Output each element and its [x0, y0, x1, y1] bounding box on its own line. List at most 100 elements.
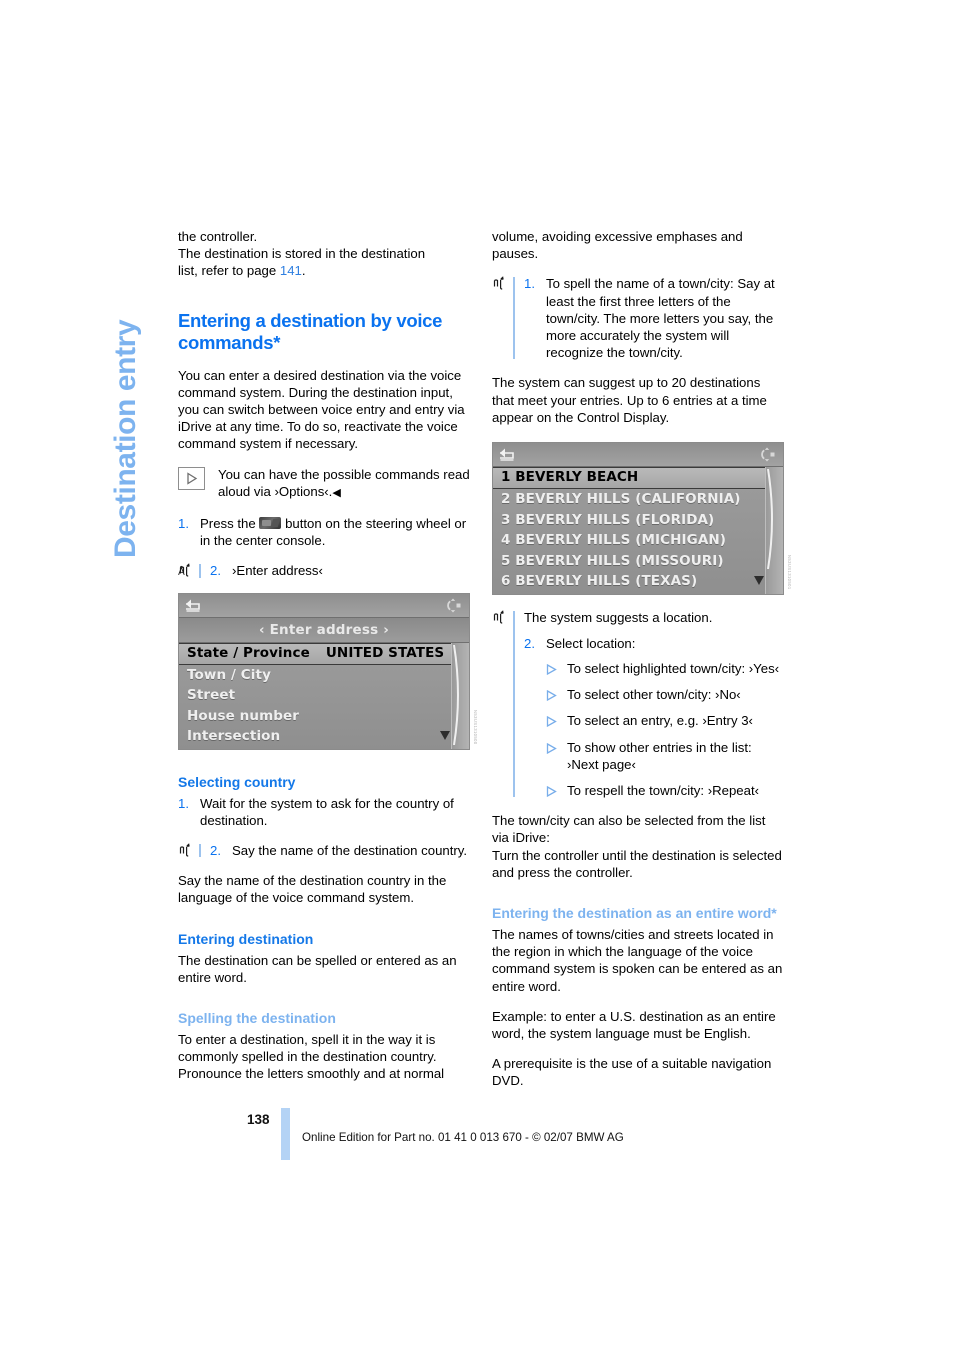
list-item[interactable]: 3 BEVERLY HILLS (FLORIDA) — [493, 510, 783, 531]
manual-page: Destination entry the controller. The de… — [0, 0, 954, 1351]
display-list: State / Province UNITED STATES Town / Cit… — [179, 642, 469, 749]
row-label: Town / City — [187, 666, 271, 683]
list-item[interactable]: Street — [179, 685, 469, 706]
row-label: 2 BEVERLY HILLS (CALIFORNIA) — [501, 491, 741, 508]
footer-accent-bar — [281, 1108, 290, 1160]
step-text: Select location: — [546, 635, 636, 651]
list-item[interactable]: 1 BEVERLY BEACH — [493, 467, 783, 490]
paragraph-voice-intro: You can enter a desired destination via … — [178, 367, 465, 452]
list-item[interactable]: To select other town/city: ›No‹ — [546, 686, 784, 703]
enter-address-display: ‹ Enter address › State / Province UNITED… — [178, 592, 478, 750]
paragraph-country-language: Say the name of the destination country … — [178, 873, 447, 906]
sub-heading-selecting-country: Selecting country — [178, 773, 296, 790]
row-label: State / Province — [187, 644, 310, 661]
list-item[interactable]: 4 BEVERLY HILLS (MICHIGAN) — [493, 530, 783, 551]
scroll-down-arrow-icon[interactable] — [439, 729, 451, 746]
row-label: Street — [187, 687, 236, 704]
row-value: UNITED STATES — [325, 644, 445, 661]
step-press-button: 1. Press the button on the steering whee… — [178, 515, 470, 549]
step-say-country: 2. Say the name of the destination count… — [210, 842, 470, 859]
voice-step-enter-address: Å 2. ›Enter address‹ — [178, 562, 470, 579]
row-label: 5 BEVERLY HILLS (MISSOURI) — [501, 552, 724, 569]
intro-paragraph: the controller. The destination is store… — [178, 228, 470, 280]
voice-rule — [513, 277, 515, 360]
page-footer: 138 Online Edition for Part no. 01 41 0 … — [0, 1100, 954, 1170]
step-number: 1. — [178, 795, 189, 811]
list-item[interactable]: To select highlighted town/city: ›Yes‹ — [546, 660, 784, 677]
voice-block-select-location: The system suggests a location. 2. Selec… — [492, 609, 784, 800]
sub-heading-entire-word: Entering the destination as an entire wo… — [492, 904, 777, 921]
option-label: To select an entry, e.g. ›Entry 3‹ — [567, 713, 753, 729]
step-number: 1. — [178, 516, 189, 532]
step-spell-town: 1. To spell the name of a town/city: Say… — [524, 275, 784, 361]
chapter-tab: Destination entry — [103, 0, 149, 558]
voice-command-icon: Å — [178, 562, 197, 579]
paragraph-entire-word-2: Example: to enter a U.S. destination as … — [492, 1008, 776, 1041]
list-item[interactable]: Intersection — [179, 726, 469, 747]
page-number: 138 — [247, 1112, 270, 1127]
right-column: volume, avoiding excessive emphases and … — [492, 228, 792, 1103]
voice-rule — [199, 844, 201, 858]
list-item[interactable]: To respell the town/city: ›Repeat‹ — [546, 782, 784, 799]
note-block-options: You can have the possible commands read … — [178, 466, 470, 502]
step-text-before: Press the — [200, 516, 256, 532]
voice-options-list: To select highlighted town/city: ›Yes‹ T… — [524, 660, 784, 799]
back-arrow-icon[interactable] — [185, 598, 204, 618]
paragraph-suggestion-limits: The system can suggest up to 20 destinat… — [492, 375, 767, 425]
figure-code: N53US1310500 — [473, 710, 478, 745]
list-item[interactable]: State / Province UNITED STATES — [179, 642, 469, 665]
footer-credit: Online Edition for Part no. 01 41 0 013 … — [302, 1131, 624, 1144]
step-number: 1. — [524, 276, 535, 292]
list-item[interactable]: To select an entry, e.g. ›Entry 3‹ — [546, 712, 784, 729]
step-text: Say the name of the destination country. — [232, 843, 468, 859]
row-label: 6 BEVERLY HILLS (TEXAS) — [501, 573, 698, 590]
step-enter-address: 2. ›Enter address‹ — [210, 562, 470, 579]
paragraph-entire-word-1: The names of towns/cities and streets lo… — [492, 926, 783, 994]
list-item[interactable]: House number — [179, 706, 469, 727]
voice-command-icon — [492, 609, 511, 626]
step-text: ›Enter address‹ — [232, 563, 323, 579]
step-text: Wait for the system to ask for the count… — [200, 795, 454, 828]
idrive-controller-icon — [758, 446, 776, 468]
scroll-down-arrow-icon[interactable] — [753, 574, 765, 591]
list-item[interactable]: 5 BEVERLY HILLS (MISSOURI) — [493, 551, 783, 572]
triangle-bullet-icon — [546, 739, 567, 773]
list-item[interactable]: To show other entries in the list: ›Next… — [546, 739, 784, 773]
step-select-location: 2. Select location: — [524, 635, 784, 652]
list-item[interactable]: 6 BEVERLY HILLS (TEXAS) — [493, 571, 783, 592]
row-label: House number — [187, 707, 300, 724]
paragraph-spelling-destination: To enter a destination, spell it in the … — [178, 1032, 445, 1082]
voice-rule — [513, 610, 515, 798]
town-city-suggestion-list-display: 1 BEVERLY BEACH 2 BEVERLY HILLS (CALIFOR… — [492, 442, 792, 595]
step-number: 2. — [524, 635, 535, 651]
option-label: To show other entries in the list: ›Next… — [567, 739, 752, 772]
list-item[interactable]: 2 BEVERLY HILLS (CALIFORNIA) — [493, 489, 783, 510]
chapter-tab-label: Destination entry — [109, 319, 142, 558]
display-title: ‹ Enter address › — [179, 617, 469, 643]
voice-step-say-country: 2. Say the name of the destination count… — [178, 842, 470, 859]
section-heading-voice-commands: Entering a destination by voice commands… — [178, 309, 443, 353]
voice-command-icon — [492, 275, 511, 292]
list-item[interactable]: Town / City — [179, 665, 469, 686]
page-reference-link[interactable]: 141 — [280, 263, 302, 278]
play-triangle-icon — [178, 466, 205, 490]
row-label: Intersection — [187, 728, 281, 745]
idrive-controller-icon — [444, 597, 462, 619]
step-number: 2. — [210, 843, 221, 859]
step-wait-for-country: 1. Wait for the system to ask for the co… — [178, 795, 470, 829]
row-label: 1 BEVERLY BEACH — [501, 469, 639, 486]
note-end-mark: ◀ — [332, 486, 341, 499]
triangle-bullet-icon — [546, 712, 567, 729]
display-top-bar — [179, 593, 469, 619]
option-label: To respell the town/city: ›Repeat‹ — [567, 782, 760, 798]
intro-line-1: the controller. — [178, 229, 258, 244]
back-arrow-icon[interactable] — [499, 447, 518, 467]
triangle-bullet-icon — [546, 660, 567, 677]
figure-code: N53US1310501 — [787, 554, 792, 590]
sub-heading-spelling-destination: Spelling the destination — [178, 1010, 336, 1027]
step-text: Press the button on the steering wheel o… — [200, 515, 470, 549]
steering-wheel-voice-button-icon — [259, 517, 282, 530]
step-number: 2. — [210, 563, 221, 579]
intro-trailing: . — [301, 263, 306, 279]
paragraph-idrive-selection: The town/city can also be selected from … — [492, 813, 782, 880]
